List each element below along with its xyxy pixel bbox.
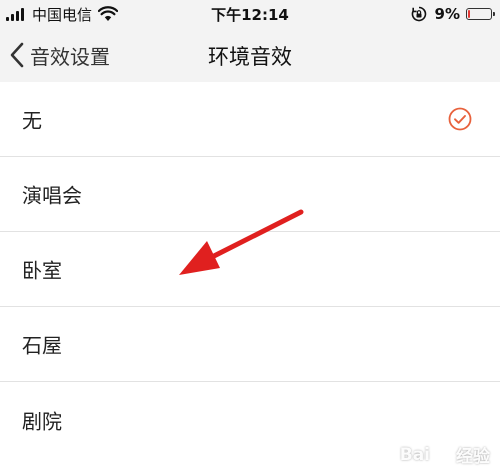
watermark-brand: Bai xyxy=(399,444,430,465)
list-item-stone-house[interactable]: 石屋 xyxy=(0,307,500,382)
orientation-lock-icon xyxy=(411,6,426,22)
watermark-suffix: 经验 xyxy=(456,447,490,467)
list-item-label: 石屋 xyxy=(22,333,62,358)
list-item-none[interactable]: 无 xyxy=(0,82,500,157)
battery-level xyxy=(468,10,470,18)
annotation-arrow-icon xyxy=(179,209,304,275)
check-circle-icon xyxy=(448,107,472,131)
list-item-label: 剧院 xyxy=(22,409,62,433)
list-item-label: 演唱会 xyxy=(22,183,82,208)
list-item-label: 卧室 xyxy=(22,258,62,283)
paw-icon xyxy=(435,446,452,463)
list-item-label: 无 xyxy=(22,108,42,133)
watermark: Bai 经验 xyxy=(399,442,490,468)
status-right: 9% xyxy=(411,3,495,25)
battery-percent: 9% xyxy=(434,5,460,23)
battery-icon xyxy=(466,8,495,20)
nav-bar: 音效设置 环境音效 xyxy=(0,28,500,82)
page-title: 环境音效 xyxy=(208,45,292,69)
status-bar: 中国电信 下午12:14 9% xyxy=(0,0,500,28)
